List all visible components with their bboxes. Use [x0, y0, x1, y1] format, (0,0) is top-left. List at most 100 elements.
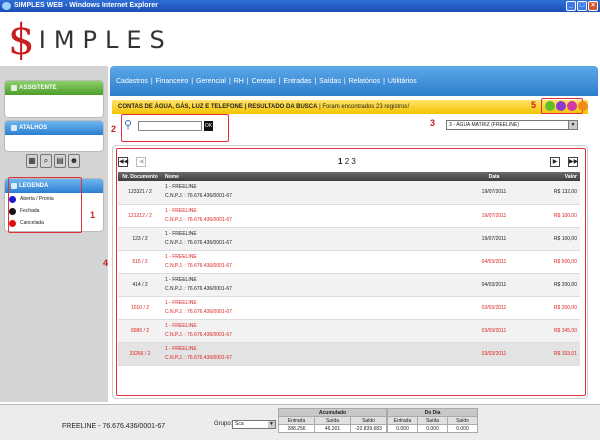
app-logo: $ IMPLES: [8, 18, 173, 62]
col-data[interactable]: Data: [464, 172, 524, 181]
next-page-button[interactable]: ▶: [550, 157, 560, 167]
cell-valor: R$ 345,00: [524, 319, 580, 343]
main-menu: Cadastros | Financeiro | Gerencial | RH …: [116, 78, 418, 85]
menu-separator: |: [189, 78, 196, 85]
back-icon[interactable]: [578, 101, 588, 111]
delete-icon[interactable]: [567, 101, 577, 111]
menu-item[interactable]: Cadastros: [116, 78, 148, 85]
calculator-icon[interactable]: ▦: [26, 154, 38, 168]
logo-mark: $: [8, 15, 35, 64]
table-row[interactable]: 121212 / 21 - FREELINE C.N.P.J. : 76.676.…: [118, 204, 580, 228]
marker-4: 4: [103, 258, 109, 268]
dodia-saldo-label: Saldo: [447, 416, 478, 425]
table-row[interactable]: 515 / 21 - FREELINE C.N.P.J. : 76.676.436…: [118, 250, 580, 274]
dodia-saida: 0.000: [417, 424, 448, 433]
menu-item[interactable]: RH: [234, 78, 244, 85]
dodia-saldo: 0.000: [447, 424, 478, 433]
cnpj-text: C.N.P.J. : 76.676.436/0001-67: [165, 354, 232, 361]
cell-data: 03/03/2011: [464, 319, 524, 343]
window-controls: _ □ ×: [566, 1, 598, 11]
user-icon[interactable]: ☻: [68, 154, 80, 168]
menu-separator: |: [381, 78, 387, 85]
edit-icon[interactable]: [556, 101, 566, 111]
prev-page-button[interactable]: ◀: [136, 157, 146, 167]
table-row[interactable]: 33266 / 21 - FREELINE C.N.P.J. : 76.676.4…: [118, 342, 580, 366]
marker-1: 1: [90, 210, 96, 220]
table-row[interactable]: 123 / 21 - FREELINE C.N.P.J. : 76.676.436…: [118, 227, 580, 251]
add-icon[interactable]: [545, 101, 555, 111]
menu-item[interactable]: Gerencial: [196, 78, 226, 85]
nome-text: 1 - FREELINE: [165, 345, 197, 352]
acumulado-saida-label: Saída: [314, 416, 351, 425]
table-row[interactable]: 1010 / 21 - FREELINE C.N.P.J. : 76.676.43…: [118, 296, 580, 320]
cell-data: 04/03/2011: [464, 250, 524, 274]
cell-nome: 1 - FREELINE C.N.P.J. : 76.676.436/0001-6…: [162, 181, 464, 205]
menu-separator: |: [312, 78, 319, 85]
acumulado-title: Acumulado: [278, 408, 387, 417]
cnpj-text: C.N.P.J. : 76.676.436/0001-67: [165, 239, 232, 246]
table-row[interactable]: 414 / 21 - FREELINE C.N.P.J. : 76.676.436…: [118, 273, 580, 297]
calendar-icon[interactable]: ▤: [54, 154, 66, 168]
cnpj-text: C.N.P.J. : 76.676.436/0001-67: [165, 331, 232, 338]
menu-item[interactable]: Utilitários: [388, 78, 417, 85]
close-icon[interactable]: ×: [588, 1, 598, 11]
search-input[interactable]: [138, 121, 202, 131]
assistente-header[interactable]: ASSISTENTE: [5, 81, 103, 95]
ie-icon: [2, 2, 11, 10]
cell-valor: R$ 200,00: [524, 273, 580, 297]
atalhos-header[interactable]: ATALHOS: [5, 121, 103, 135]
cell-valor: R$ 100,00: [524, 227, 580, 251]
nome-text: 1 - FREELINE: [165, 322, 197, 329]
cell-data: 03/03/2011: [464, 342, 524, 366]
other-pages[interactable]: 2 3: [345, 157, 356, 166]
grupo-select[interactable]: Sca ▼: [232, 420, 276, 429]
search-ok-button[interactable]: OK: [204, 121, 213, 131]
search-icon[interactable]: ⌕: [40, 154, 52, 168]
marker-3: 3: [430, 118, 436, 128]
cell-nome: 1 - FREELINE C.N.P.J. : 76.676.436/0001-6…: [162, 227, 464, 251]
menu-item[interactable]: Saídas: [319, 78, 341, 85]
maximize-icon[interactable]: □: [577, 1, 587, 11]
minimize-icon[interactable]: _: [566, 1, 576, 11]
atalhos-panel: ATALHOS: [4, 120, 104, 152]
menu-separator: |: [276, 78, 283, 85]
first-page-button[interactable]: ◀◀: [118, 157, 128, 167]
cell-data: 19/07/2011: [464, 227, 524, 251]
cell-nome: 1 - FREELINE C.N.P.J. : 76.676.436/0001-6…: [162, 296, 464, 320]
menu-separator: |: [341, 78, 348, 85]
company-select-value: 3 - ÁGUA MATRIZ (FREELINE): [449, 122, 519, 128]
acumulado-saldo-label: Saldo: [350, 416, 387, 425]
last-page-button[interactable]: ▶▶: [568, 157, 578, 167]
cell-nome: 1 - FREELINE C.N.P.J. : 76.676.436/0001-6…: [162, 250, 464, 274]
acumulado-entrada-label: Entrada: [278, 416, 315, 425]
nome-text: 1 - FREELINE: [165, 299, 197, 306]
assistente-panel: ASSISTENTE: [4, 80, 104, 118]
marker-2: 2: [111, 124, 117, 134]
menu-item[interactable]: Entradas: [283, 78, 311, 85]
menu-item[interactable]: Cereais: [252, 78, 276, 85]
cell-documento: 515 / 2: [118, 250, 162, 274]
cell-documento: 123 / 2: [118, 227, 162, 251]
col-documento[interactable]: Nr. Documento: [118, 172, 162, 181]
result-banner: CONTAS DE ÁGUA, GÁS, LUZ E TELEFONE | RE…: [112, 100, 588, 114]
acumulado-table: Acumulado Entrada Saída Saldo 288.256 46…: [278, 408, 387, 433]
company-select[interactable]: 3 - ÁGUA MATRIZ (FREELINE) ▼: [446, 120, 578, 130]
footer-company: FREELINE - 76.676.436/0001-67: [62, 423, 166, 430]
cell-documento: 8989 / 2: [118, 319, 162, 343]
dodia-saida-label: Saída: [417, 416, 448, 425]
cell-data: 19/07/2011: [464, 181, 524, 205]
menu-item[interactable]: Relatórios: [349, 78, 381, 85]
menu-item[interactable]: Financeiro: [156, 78, 189, 85]
current-page[interactable]: 1: [338, 157, 342, 166]
menu-separator: |: [227, 78, 233, 85]
toolbar-icons: ▦ ⌕ ▤ ☻: [26, 154, 80, 168]
col-valor[interactable]: Valor: [524, 172, 580, 181]
banner-title: CONTAS DE ÁGUA, GÁS, LUZ E TELEFONE | RE…: [118, 104, 318, 110]
col-nome[interactable]: Nome: [162, 172, 464, 181]
cell-valor: R$ 100,00: [524, 204, 580, 228]
cnpj-text: C.N.P.J. : 76.676.436/0001-67: [165, 193, 232, 200]
chevron-down-icon[interactable]: ▼: [568, 121, 577, 129]
table-row[interactable]: 123321 / 21 - FREELINE C.N.P.J. : 76.676.…: [118, 181, 580, 205]
chevron-down-icon[interactable]: ▼: [268, 421, 275, 428]
table-row[interactable]: 8989 / 21 - FREELINE C.N.P.J. : 76.676.43…: [118, 319, 580, 343]
